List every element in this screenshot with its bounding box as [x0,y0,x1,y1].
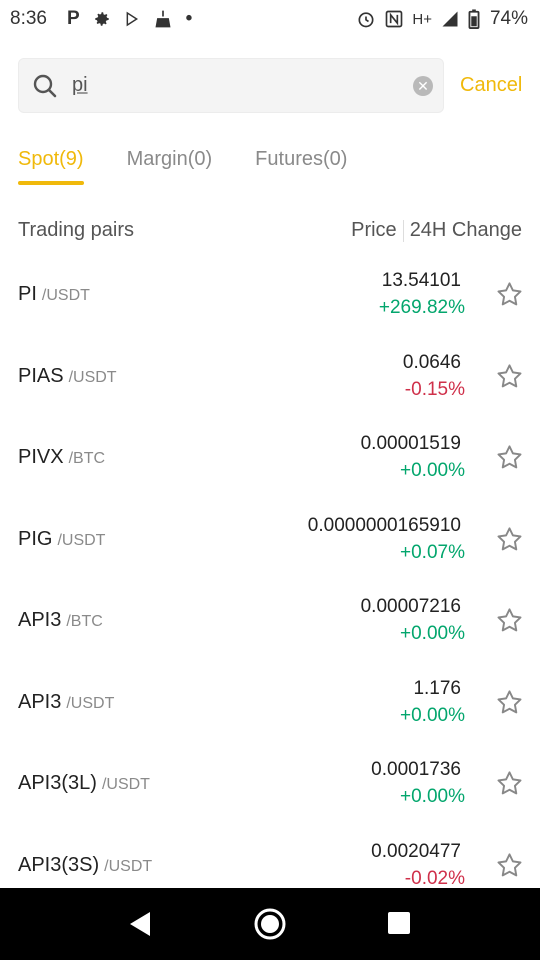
pair-quote: /USDT [41,287,90,304]
clear-icon[interactable]: ✕ [413,76,433,96]
pair-name: API3(3L)/USDT [18,772,150,795]
pair-quote: /USDT [101,776,150,793]
pair-quote: /USDT [68,368,117,386]
pair-quote: /USDT [57,531,106,549]
pair-change: +0.00% [400,786,465,807]
navigation-bar [0,888,540,960]
pair-price: 13.54101 [381,270,461,291]
header-price[interactable]: Price [351,219,397,242]
cancel-button[interactable]: Cancel [460,74,522,97]
search-box[interactable]: ✕ [18,58,444,113]
list-item[interactable]: API3/BTC 0.00007216 +0.00% [0,580,540,662]
pair-quote: /BTC [66,613,103,630]
pair-list: PI/USDT 13.54101 +269.82% PIAS/USDT 0.06… [0,254,540,906]
back-icon[interactable] [128,910,152,938]
pair-change: +269.82% [378,297,465,318]
signal-icon [440,10,460,28]
list-item[interactable]: PI/USDT 13.54101 +269.82% [0,254,540,336]
star-icon[interactable] [495,362,524,391]
pair-change: +0.07% [400,541,465,563]
pair-price: 0.00001519 [360,433,461,454]
pair-price: 0.00007216 [360,596,461,617]
pair-quote: /BTC [68,450,106,467]
star-icon[interactable] [495,280,524,309]
search-input[interactable] [70,73,394,98]
tab-futures[interactable]: Futures(0) [255,148,347,188]
header-divider [402,219,404,242]
recents-icon[interactable] [388,912,410,934]
list-item[interactable]: PIG/USDT 0.0000000165910 +0.07% [0,499,540,581]
pair-price: 0.0646 [402,351,461,373]
gear-icon [93,10,111,28]
pair-name: PI/USDT [18,283,90,306]
tab-spot[interactable]: Spot(9) [18,148,84,188]
home-icon[interactable] [253,907,287,941]
dot-icon: • [185,8,193,29]
pair-base: API3(3S) [18,853,100,876]
pair-price: 0.0000000165910 [307,514,461,536]
tab-margin[interactable]: Margin(0) [127,148,213,188]
pair-quote: /USDT [104,857,153,875]
market-tabs: Spot(9) Margin(0) Futures(0) [18,148,390,188]
list-item[interactable]: API3(3L)/USDT 0.0001736 +0.00% [0,743,540,825]
star-icon[interactable] [495,769,524,798]
pair-name: PIAS/USDT [18,365,117,388]
pair-name: PIVX/BTC [18,446,105,469]
network-type: H+ [412,10,432,28]
pair-base: API3 [18,690,62,713]
pair-change: +0.00% [400,704,465,726]
battery-icon [468,9,480,29]
pair-price: 0.0020477 [371,840,461,862]
star-icon[interactable] [495,851,524,880]
alarm-icon [356,9,376,29]
star-icon[interactable] [495,443,524,472]
list-item[interactable]: PIAS/USDT 0.0646 -0.15% [0,336,540,418]
pair-name: API3/USDT [18,691,114,714]
pair-base: API3(3L) [18,772,97,794]
pair-name: PIG/USDT [18,528,105,551]
pair-change: -0.02% [404,867,465,889]
column-header: Trading pairs Price 24H Change [18,219,522,242]
pair-change: +0.00% [400,460,465,481]
status-time: 8:36 [10,8,47,29]
pair-base: PIG [18,527,53,550]
pair-base: PIAS [18,364,64,387]
pair-change: +0.00% [400,623,465,644]
p-icon: P [66,8,80,29]
battery-percent: 74% [489,8,528,29]
pair-base: PIVX [18,446,64,468]
star-icon[interactable] [495,606,524,635]
pair-quote: /USDT [66,694,115,712]
pair-price: 0.0001736 [371,759,461,780]
play-store-icon [124,11,140,27]
list-item[interactable]: API3/USDT 1.176 +0.00% [0,662,540,744]
header-24h-change[interactable]: 24H Change [410,219,522,242]
star-icon[interactable] [495,525,524,554]
broom-icon [153,9,173,29]
list-item[interactable]: PIVX/BTC 0.00001519 +0.00% [0,417,540,499]
pair-name: API3/BTC [18,609,103,632]
status-bar: 8:36 P • H+ 74% [0,0,540,38]
star-icon[interactable] [495,688,524,717]
pair-change: -0.15% [404,378,465,400]
pair-price: 1.176 [413,677,461,699]
pair-base: API3 [18,609,62,631]
header-trading-pairs: Trading pairs [18,219,134,241]
search-icon [32,73,58,99]
nfc-icon [384,9,404,29]
pair-base: PI [18,283,37,305]
pair-name: API3(3S)/USDT [18,854,152,877]
